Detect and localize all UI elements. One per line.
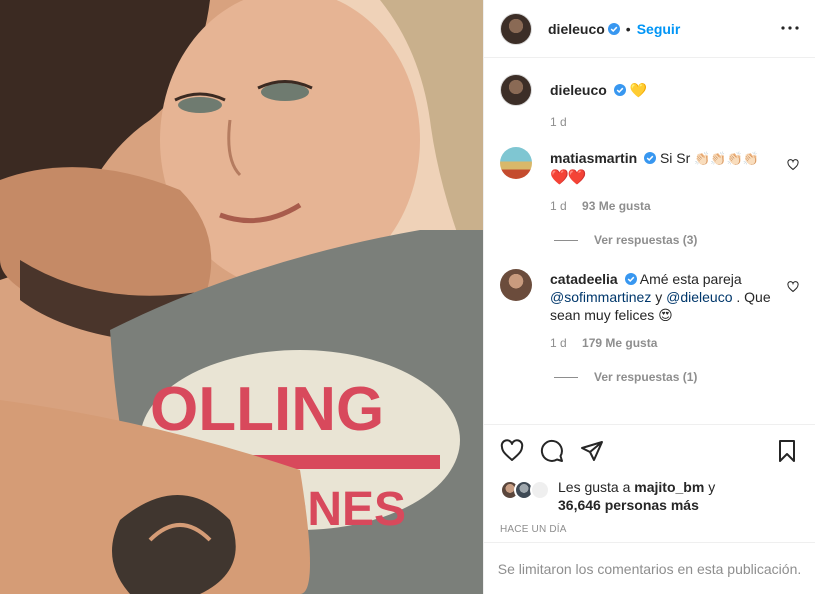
comment-text: Amé esta pareja	[639, 271, 742, 287]
post-timestamp[interactable]: HACE UN DÍA	[500, 524, 567, 535]
comment-username[interactable]: catadeelia	[550, 271, 618, 287]
replies-line	[554, 376, 578, 378]
caption-username[interactable]: dieleuco	[550, 82, 607, 98]
verified-icon	[607, 22, 620, 35]
view-replies-button[interactable]: Ver respuestas (3)	[554, 233, 799, 247]
post-side-panel: dieleuco • Seguir dieleuco 💛 1 d matiasm…	[483, 0, 815, 594]
bookmark-icon[interactable]	[775, 439, 799, 463]
comment-item: catadeelia Amé esta pareja @sofimmartine…	[500, 269, 799, 350]
caption-text: 💛	[629, 82, 648, 98]
comment-item: matiasmartin Si Sr 👏🏻👏🏻👏🏻👏🏻 ❤️❤️ 1 d 93 …	[500, 147, 799, 213]
comment-emoji-hearts: ❤️❤️	[550, 169, 586, 186]
comment-emoji-claps: 👏🏻👏🏻👏🏻👏🏻	[694, 151, 759, 166]
likes-summary[interactable]: Les gusta a majito_bm y 36,646 personas …	[500, 478, 799, 514]
comment-emoji: 😍	[658, 307, 673, 323]
svg-text:OLLING: OLLING	[150, 375, 384, 444]
caption-time[interactable]: 1 d	[550, 115, 567, 129]
mention-link[interactable]: @dieleuco	[666, 289, 732, 305]
comment-icon[interactable]	[540, 439, 564, 463]
comment-likes[interactable]: 179 Me gusta	[582, 336, 657, 350]
comment-username[interactable]: matiasmartin	[550, 150, 637, 166]
liker-avatar	[530, 480, 550, 500]
comment-like-heart-icon[interactable]	[787, 281, 799, 293]
view-replies-label: Ver respuestas (1)	[594, 370, 698, 384]
verified-icon	[613, 84, 626, 96]
caption: dieleuco 💛 1 d	[500, 74, 799, 129]
view-replies-label: Ver respuestas (3)	[594, 233, 698, 247]
caption-avatar[interactable]	[500, 74, 532, 106]
post-header: dieleuco • Seguir	[484, 0, 815, 58]
instagram-post: OLLING ONES dieleuco • Seguir dieleuco 💛…	[0, 0, 815, 594]
comment-text-and: y	[655, 289, 663, 305]
mention-link[interactable]: @sofimmartinez	[550, 289, 651, 305]
commenter-avatar[interactable]	[500, 147, 532, 179]
comment-likes[interactable]: 93 Me gusta	[582, 199, 651, 213]
heart-icon[interactable]	[500, 438, 524, 463]
author-username[interactable]: dieleuco	[548, 21, 605, 37]
post-actions	[484, 424, 815, 476]
follow-button[interactable]: Seguir	[637, 21, 681, 37]
liker-username[interactable]: majito_bm	[634, 479, 704, 495]
likes-prefix: Les gusta a	[558, 479, 631, 495]
post-photo[interactable]: OLLING ONES	[0, 0, 483, 594]
liker-avatars	[500, 480, 554, 502]
comments-list[interactable]: dieleuco 💛 1 d matiasmartin Si Sr 👏🏻👏🏻👏🏻…	[484, 58, 815, 424]
likes-conj: y	[708, 479, 716, 495]
comment-time[interactable]: 1 d	[550, 336, 567, 350]
share-icon[interactable]	[580, 439, 604, 463]
separator-dot: •	[625, 20, 631, 37]
caption-meta: 1 d	[550, 115, 779, 129]
comment-time[interactable]: 1 d	[550, 199, 567, 213]
comments-limited-notice: Se limitaron los comentarios en esta pub…	[484, 542, 815, 594]
likes-text: Les gusta a majito_bm y 36,646 personas …	[558, 478, 715, 514]
comment-text: Si Sr	[659, 150, 691, 166]
couple-selfie-image: OLLING ONES	[0, 0, 483, 594]
comment-meta: 1 d 93 Me gusta	[550, 199, 779, 213]
verified-icon	[624, 273, 637, 285]
replies-line	[554, 239, 578, 241]
author-avatar[interactable]	[500, 12, 532, 45]
more-options-icon[interactable]	[781, 22, 799, 34]
commenter-avatar[interactable]	[500, 269, 532, 301]
likes-count[interactable]: 36,646 personas más	[558, 497, 699, 513]
comment-like-heart-icon[interactable]	[787, 159, 799, 171]
view-replies-button[interactable]: Ver respuestas (1)	[554, 370, 799, 384]
verified-icon	[644, 152, 657, 164]
comment-meta: 1 d 179 Me gusta	[550, 336, 779, 350]
